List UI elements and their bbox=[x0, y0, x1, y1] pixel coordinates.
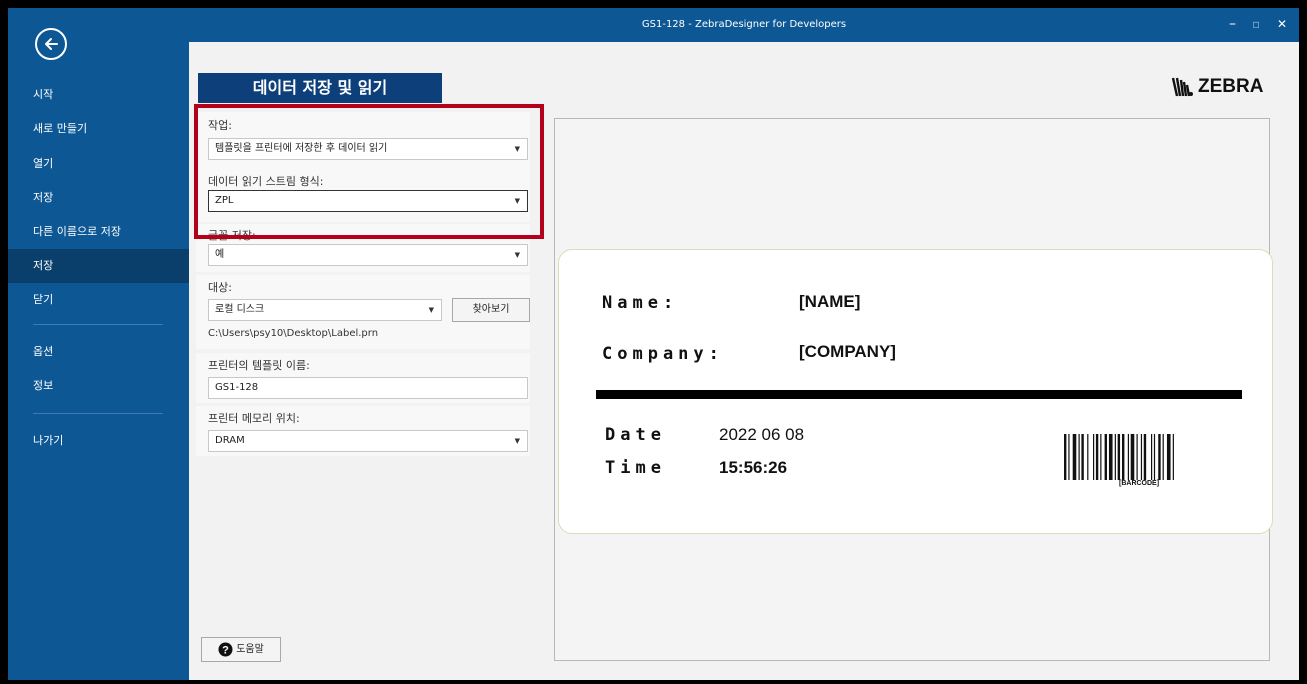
barcode-bar bbox=[1153, 434, 1156, 480]
memory-dropdown[interactable]: DRAM ▼ bbox=[208, 430, 528, 452]
sidebar-divider bbox=[33, 413, 163, 414]
template-name-label: 프린터의 템플릿 이름: bbox=[208, 359, 310, 372]
stream-format-label: 데이터 읽기 스트림 형식: bbox=[208, 175, 324, 188]
chevron-down-icon: ▼ bbox=[514, 437, 520, 445]
task-value: 템플릿을 프린터에 저장한 후 데이터 읽기 bbox=[215, 143, 388, 154]
sidebar-item-save-as[interactable]: 다른 이름으로 저장 bbox=[8, 215, 189, 249]
sidebar-item-info[interactable]: 정보 bbox=[8, 369, 189, 403]
barcode-bar bbox=[1081, 434, 1084, 480]
app-window: 시작 새로 만들기 열기 저장 다른 이름으로 저장 저장 닫기 옵션 정보 나… bbox=[0, 0, 1307, 684]
help-button[interactable]: ? 도움말 bbox=[201, 637, 281, 662]
barcode-bar bbox=[1100, 434, 1102, 480]
font-save-panel: 글꼴 저장: 예 ▼ bbox=[196, 224, 530, 272]
label-preview: Name: [NAME] Company: [COMPANY] Date 202… bbox=[558, 249, 1273, 534]
label-time-key: Time bbox=[605, 458, 666, 478]
barcode-bar bbox=[1095, 434, 1099, 480]
sidebar-divider bbox=[33, 324, 163, 325]
svg-text:?: ? bbox=[222, 645, 229, 657]
window-title: GS1-128 - ZebraDesigner for Developers bbox=[641, 19, 847, 30]
barcode-bar bbox=[1140, 434, 1143, 480]
sidebar-item-exit[interactable]: 나가기 bbox=[8, 424, 189, 458]
barcode-graphic bbox=[1064, 434, 1174, 480]
barcode-bar bbox=[1158, 434, 1161, 480]
label-date-value: 2022 06 08 bbox=[719, 425, 805, 444]
chevron-down-icon: ▼ bbox=[514, 197, 520, 205]
memory-label: 프린터 메모리 위치: bbox=[208, 412, 300, 425]
zebra-logo: ZEBRA bbox=[1169, 76, 1263, 98]
sidebar-item-store[interactable]: 저장 bbox=[8, 249, 189, 283]
barcode-bar bbox=[1143, 434, 1147, 480]
task-label: 작업: bbox=[208, 119, 232, 132]
target-label: 대상: bbox=[208, 281, 232, 294]
label-divider bbox=[596, 390, 1242, 399]
help-label: 도움말 bbox=[236, 643, 264, 655]
barcode-bar bbox=[1151, 434, 1153, 480]
label-company-key: Company: bbox=[602, 344, 724, 364]
barcode-bar bbox=[1093, 434, 1095, 480]
target-panel: 대상: 로컬 디스크 ▼ 찾아보기 C:\Users\psy10\Desktop… bbox=[196, 275, 530, 349]
barcode-bar bbox=[1104, 434, 1107, 480]
help-icon: ? bbox=[218, 642, 233, 657]
stream-format-panel: 데이터 읽기 스트림 형식: ZPL ▼ bbox=[196, 170, 530, 222]
barcode-bar bbox=[1166, 434, 1171, 480]
stream-format-dropdown[interactable]: ZPL ▼ bbox=[208, 190, 528, 212]
arrow-left-icon bbox=[45, 38, 58, 50]
barcode-bar bbox=[1108, 434, 1113, 480]
minimize-button[interactable]: – bbox=[1229, 8, 1236, 42]
task-panel: 작업: 템플릿을 프린터에 저장한 후 데이터 읽기 ▼ bbox=[196, 112, 530, 170]
target-value: 로컬 디스크 bbox=[215, 304, 265, 315]
back-button[interactable] bbox=[35, 28, 67, 60]
target-path: C:\Users\psy10\Desktop\Label.prn bbox=[208, 328, 379, 339]
sidebar-item-options[interactable]: 옵션 bbox=[8, 335, 189, 369]
label-time-value: 15:56:26 bbox=[719, 458, 788, 477]
page-title: 데이터 저장 및 읽기 bbox=[198, 73, 442, 103]
template-name-field[interactable]: GS1-128 bbox=[208, 377, 528, 399]
stream-format-value: ZPL bbox=[215, 195, 234, 206]
barcode-bar bbox=[1172, 434, 1174, 480]
restore-button[interactable]: ▫ bbox=[1252, 8, 1260, 42]
barcode-bar bbox=[1130, 434, 1135, 480]
sidebar-item-save[interactable]: 저장 bbox=[8, 181, 189, 215]
sidebar-item-new[interactable]: 새로 만들기 bbox=[8, 112, 189, 146]
barcode-bar bbox=[1117, 434, 1121, 480]
memory-panel: 프린터 메모리 위치: DRAM ▼ bbox=[196, 406, 530, 456]
barcode-bar bbox=[1078, 434, 1080, 480]
barcode-bar bbox=[1162, 434, 1164, 480]
title-bar: GS1-128 - ZebraDesigner for Developers –… bbox=[189, 8, 1299, 42]
chevron-down-icon: ▼ bbox=[514, 251, 520, 259]
barcode-bar bbox=[1072, 434, 1077, 480]
label-name-value: [NAME] bbox=[799, 292, 861, 311]
target-dropdown[interactable]: 로컬 디스크 ▼ bbox=[208, 299, 442, 321]
memory-value: DRAM bbox=[215, 435, 245, 446]
chevron-down-icon: ▼ bbox=[428, 306, 434, 314]
barcode-text: [BARCODE] bbox=[1119, 480, 1160, 487]
chevron-down-icon: ▼ bbox=[514, 145, 520, 153]
barcode-bar bbox=[1064, 434, 1067, 480]
template-name-panel: 프린터의 템플릿 이름: GS1-128 bbox=[196, 353, 530, 403]
label-preview-area: Name: [NAME] Company: [COMPANY] Date 202… bbox=[554, 118, 1273, 661]
task-dropdown[interactable]: 템플릿을 프린터에 저장한 후 데이터 읽기 ▼ bbox=[208, 138, 528, 160]
sidebar: 시작 새로 만들기 열기 저장 다른 이름으로 저장 저장 닫기 옵션 정보 나… bbox=[8, 8, 189, 680]
barcode-bar bbox=[1087, 434, 1089, 480]
font-save-dropdown[interactable]: 예 ▼ bbox=[208, 244, 528, 266]
barcode-bar bbox=[1127, 434, 1129, 480]
label-date-key: Date bbox=[605, 425, 666, 445]
main-content: 데이터 저장 및 읽기 ZEBRA 작업: 템플릿을 프린터에 저장한 후 데이… bbox=[189, 42, 1299, 680]
barcode-bar bbox=[1136, 434, 1138, 480]
sidebar-item-close[interactable]: 닫기 bbox=[8, 283, 189, 317]
sidebar-item-start[interactable]: 시작 bbox=[8, 78, 189, 112]
browse-button[interactable]: 찾아보기 bbox=[452, 298, 530, 322]
label-name-key: Name: bbox=[602, 293, 679, 313]
sidebar-item-open[interactable]: 열기 bbox=[8, 147, 189, 181]
barcode-bar bbox=[1122, 434, 1125, 480]
label-company-value: [COMPANY] bbox=[799, 342, 896, 361]
font-save-label: 글꼴 저장: bbox=[208, 229, 256, 242]
close-button[interactable]: ✕ bbox=[1277, 8, 1287, 42]
barcode-bar bbox=[1114, 434, 1116, 480]
barcode-bar bbox=[1068, 434, 1070, 480]
zebra-head-icon bbox=[1171, 77, 1193, 97]
font-save-value: 예 bbox=[215, 249, 225, 260]
zebra-logo-text: ZEBRA bbox=[1198, 76, 1264, 97]
